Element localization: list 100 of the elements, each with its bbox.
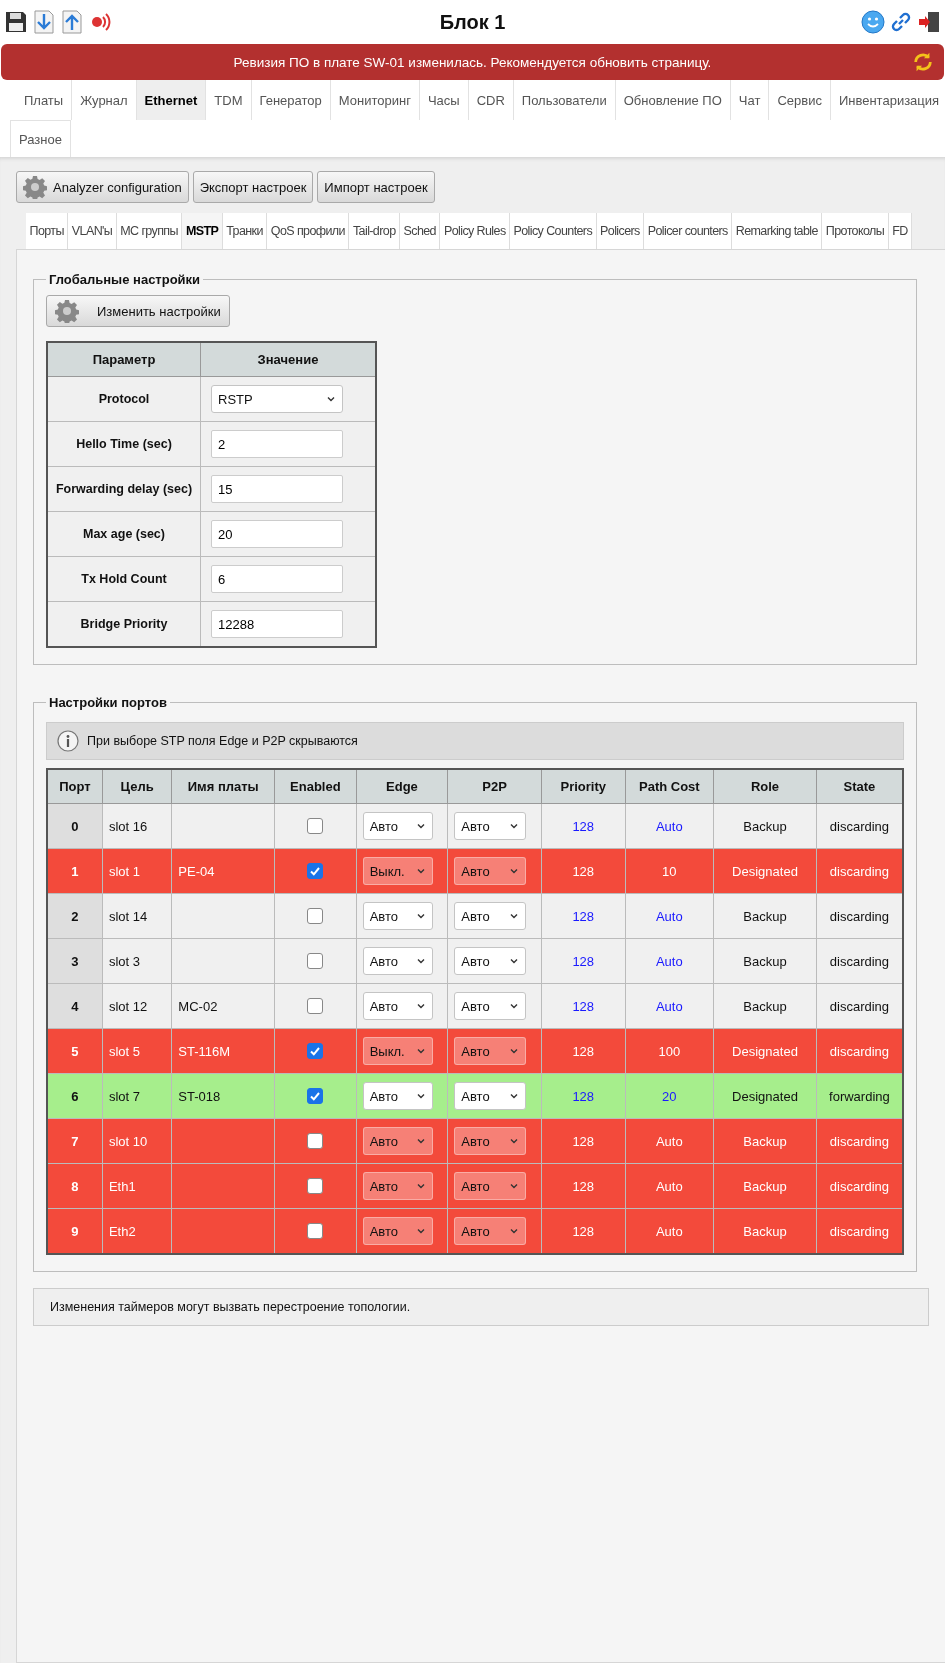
priority-cell: 128 bbox=[541, 893, 625, 939]
enabled-checkbox[interactable] bbox=[307, 953, 324, 970]
sub-tab[interactable]: Транки bbox=[222, 213, 268, 249]
edge-select[interactable]: Авто bbox=[362, 1127, 433, 1155]
p2p-select[interactable]: Авто bbox=[454, 812, 527, 840]
enabled-checkbox[interactable] bbox=[307, 1223, 324, 1240]
edge-select[interactable]: Авто bbox=[362, 812, 433, 840]
toolbar-button[interactable]: Импорт настроек bbox=[317, 171, 435, 203]
priority-cell: 128 bbox=[541, 1163, 625, 1209]
enabled-checkbox[interactable] bbox=[307, 998, 324, 1015]
banner-text: Ревизия ПО в плате SW-01 изменилась. Рекомендуется обновить страницу. bbox=[233, 54, 712, 70]
group-legend: Глобальные настройки bbox=[46, 272, 204, 287]
chevron-icon bbox=[415, 1181, 426, 1191]
sub-tab[interactable]: MC группы bbox=[116, 213, 183, 249]
upload-icon[interactable] bbox=[60, 10, 84, 34]
smiley-icon[interactable] bbox=[861, 10, 885, 34]
edge-select[interactable]: Авто bbox=[362, 1172, 433, 1200]
p2p-select[interactable]: Авто bbox=[454, 947, 527, 975]
chevron-icon bbox=[415, 911, 426, 921]
path-cost-cell: Auto bbox=[625, 803, 714, 849]
sub-tab[interactable]: MSTP bbox=[182, 213, 223, 249]
p2p-select[interactable]: Авто bbox=[454, 1172, 527, 1200]
p2p-select[interactable]: Авто bbox=[454, 1082, 527, 1110]
sub-tab[interactable]: Remarking table bbox=[732, 213, 823, 249]
priority-cell: 128 bbox=[541, 938, 625, 984]
toolbar-button[interactable]: Analyzer configuration bbox=[16, 171, 189, 203]
edge-select[interactable]: Авто bbox=[362, 992, 433, 1020]
edge-select[interactable]: Выкл. bbox=[362, 1037, 433, 1065]
p2p-select[interactable]: Авто bbox=[454, 902, 527, 930]
chevron-icon bbox=[509, 1091, 520, 1101]
param-cell: Hello Time (sec) bbox=[47, 421, 201, 467]
edge-select[interactable]: Авто bbox=[362, 1082, 433, 1110]
value-field[interactable]: 6 bbox=[211, 565, 343, 593]
role-cell: Designated bbox=[713, 848, 817, 894]
p2p-select[interactable]: Авто bbox=[454, 1037, 527, 1065]
param-cell: Protocol bbox=[47, 376, 201, 422]
target-cell: Eth2 bbox=[102, 1208, 172, 1254]
toolbar-button[interactable]: Экспорт настроек bbox=[192, 171, 314, 203]
enabled-checkbox[interactable] bbox=[307, 1088, 324, 1105]
chevron-icon bbox=[415, 956, 426, 966]
value-field[interactable]: 20 bbox=[211, 520, 343, 548]
p2p-select[interactable]: Авто bbox=[454, 1127, 527, 1155]
board-cell: PE-04 bbox=[171, 848, 275, 894]
target-cell: slot 7 bbox=[102, 1073, 172, 1119]
sub-tab[interactable]: FD bbox=[888, 213, 913, 249]
enabled-checkbox[interactable] bbox=[307, 1043, 324, 1060]
sub-tab[interactable]: Policer counters bbox=[644, 213, 733, 249]
exit-door-icon[interactable] bbox=[917, 10, 941, 34]
chevron-icon bbox=[415, 1091, 426, 1101]
sub-tab[interactable]: Протоколы bbox=[822, 213, 889, 249]
sub-tab[interactable]: Policy Rules bbox=[440, 213, 511, 249]
sub-tab[interactable]: Policy Counters bbox=[510, 213, 597, 249]
enabled-checkbox[interactable] bbox=[307, 818, 324, 835]
download-icon[interactable] bbox=[32, 10, 56, 34]
change-settings-button[interactable]: Изменить настройки bbox=[46, 295, 230, 327]
p2p-select[interactable]: Авто bbox=[454, 992, 527, 1020]
param-cell: Tx Hold Count bbox=[47, 556, 201, 602]
priority-cell: 128 bbox=[541, 1118, 625, 1164]
column-header: Цель bbox=[102, 769, 172, 804]
port-cell: 1 bbox=[47, 848, 103, 894]
path-cost-cell: Auto bbox=[625, 983, 714, 1029]
enabled-checkbox[interactable] bbox=[307, 863, 324, 880]
edge-select[interactable]: Авто bbox=[362, 1217, 433, 1245]
value-field[interactable]: 12288 bbox=[211, 610, 343, 638]
port-cell: 7 bbox=[47, 1118, 103, 1164]
nav-tab[interactable]: Ethernet bbox=[136, 80, 207, 120]
port-cell: 4 bbox=[47, 983, 103, 1029]
enabled-checkbox[interactable] bbox=[307, 1133, 324, 1150]
sub-tab[interactable]: Policers bbox=[596, 213, 645, 249]
state-cell: discarding bbox=[816, 983, 903, 1029]
p2p-select[interactable]: Авто bbox=[454, 857, 527, 885]
param-cell: Bridge Priority bbox=[47, 601, 201, 647]
state-cell: discarding bbox=[816, 1208, 903, 1254]
link-icon[interactable] bbox=[889, 10, 913, 34]
column-header: Priority bbox=[541, 769, 625, 804]
protocol-select[interactable]: RSTP bbox=[211, 385, 343, 413]
edge-select[interactable]: Выкл. bbox=[362, 857, 433, 885]
value-field[interactable]: 2 bbox=[211, 430, 343, 458]
sub-tab[interactable]: VLAN'ы bbox=[68, 213, 117, 249]
chevron-icon bbox=[509, 1181, 520, 1191]
chevron-icon bbox=[415, 1046, 426, 1056]
sub-tab[interactable]: Порты bbox=[26, 213, 69, 249]
sub-tab[interactable]: QoS профили bbox=[267, 213, 350, 249]
refresh-icon[interactable] bbox=[912, 51, 934, 73]
save-icon[interactable] bbox=[4, 10, 28, 34]
enabled-checkbox[interactable] bbox=[307, 908, 324, 925]
role-cell: Backup bbox=[713, 1208, 817, 1254]
chevron-icon bbox=[415, 1226, 426, 1236]
chevron-icon bbox=[509, 1001, 520, 1011]
enabled-checkbox[interactable] bbox=[307, 1178, 324, 1195]
value-field[interactable]: 15 bbox=[211, 475, 343, 503]
p2p-select[interactable]: Авто bbox=[454, 1217, 527, 1245]
path-cost-cell: 10 bbox=[625, 848, 714, 894]
group-legend: Настройки портов bbox=[46, 695, 170, 710]
nav-tab[interactable]: Разное bbox=[10, 120, 71, 157]
priority-cell: 128 bbox=[541, 1208, 625, 1254]
sub-tab[interactable]: Tail-drop bbox=[349, 213, 400, 249]
edge-select[interactable]: Авто bbox=[362, 947, 433, 975]
sub-tab[interactable]: Sched bbox=[400, 213, 441, 249]
edge-select[interactable]: Авто bbox=[362, 902, 433, 930]
